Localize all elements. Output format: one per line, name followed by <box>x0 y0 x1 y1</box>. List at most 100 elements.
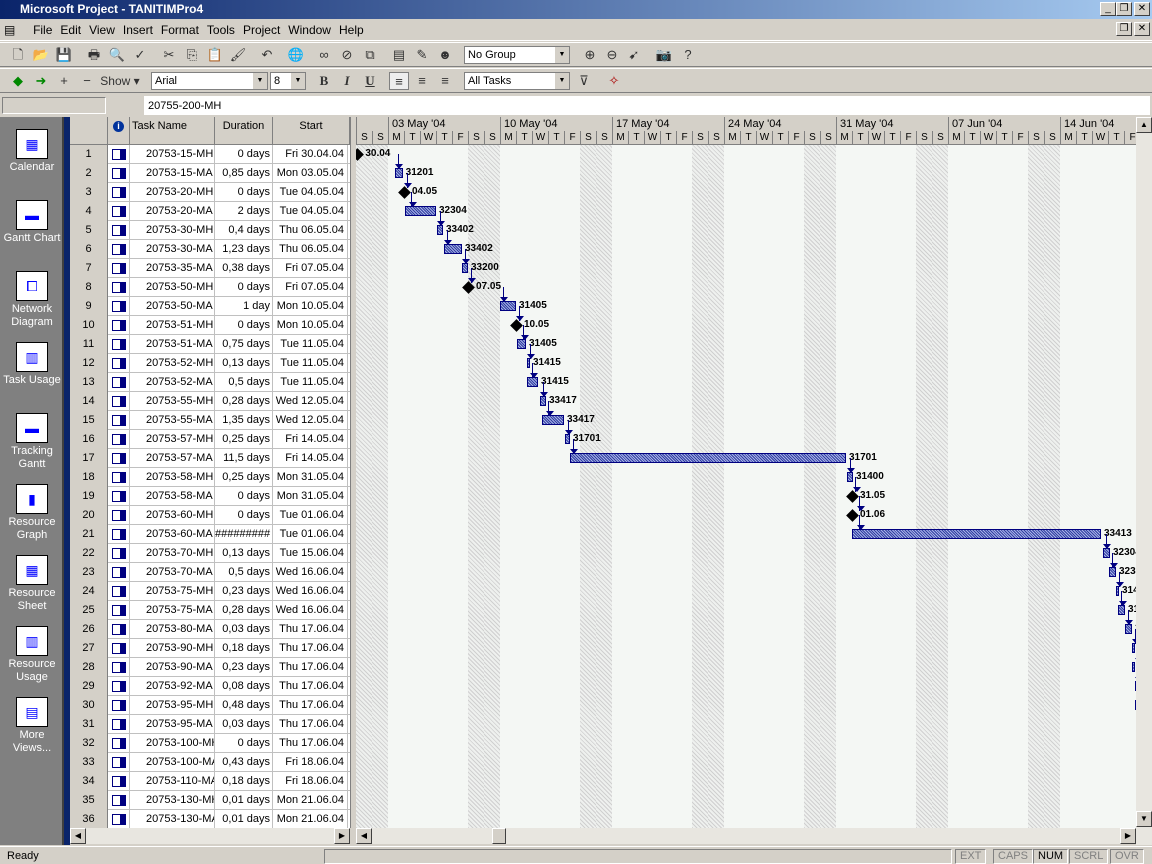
duration-cell[interactable]: 0,03 days <box>215 715 273 734</box>
duration-cell[interactable]: 0,38 days <box>215 259 273 278</box>
row-number[interactable]: 17 <box>70 449 108 468</box>
task-bar[interactable] <box>1125 624 1132 634</box>
row-number[interactable]: 14 <box>70 392 108 411</box>
row-number[interactable]: 27 <box>70 639 108 658</box>
hyperlink-globe-icon[interactable]: 🌐 <box>286 46 306 64</box>
task-name-cell[interactable]: 20753-30-MA <box>130 240 215 259</box>
start-cell[interactable]: Wed 16.06.04 <box>273 601 348 620</box>
start-cell[interactable]: Fri 14.05.04 <box>273 430 348 449</box>
duration-cell[interactable]: 0 days <box>215 487 273 506</box>
task-bar[interactable] <box>405 206 436 216</box>
duration-cell[interactable]: 0,18 days <box>215 772 273 791</box>
scroll-up-icon[interactable]: ▲ <box>1136 117 1152 133</box>
scroll-thumb[interactable] <box>492 828 506 844</box>
zoom-out-icon[interactable]: ⊖ <box>602 46 622 64</box>
task-name-cell[interactable]: 20753-130-MA <box>130 810 215 828</box>
scroll-left-icon[interactable]: ◀ <box>70 828 86 844</box>
duration-cell[interactable]: 0 days <box>215 506 273 525</box>
view-network-diagram[interactable]: ⧠ Network Diagram <box>0 271 64 329</box>
duration-cell[interactable]: 0,28 days <box>215 392 273 411</box>
zoom-in-icon[interactable]: ⊕ <box>580 46 600 64</box>
task-name-cell[interactable]: 20753-30-MH <box>130 221 215 240</box>
group-select[interactable]: No Group ▼ <box>464 46 570 64</box>
duration-cell[interactable]: 1,23 days <box>215 240 273 259</box>
copy-picture-icon[interactable]: 📷 <box>654 46 674 64</box>
task-name-cell[interactable]: 20753-52-MA <box>130 373 215 392</box>
align-left-icon[interactable]: ≡ <box>389 72 409 90</box>
duration-cell[interactable]: 0,5 days <box>215 373 273 392</box>
autofilter-icon[interactable]: ⊽ <box>574 72 594 90</box>
row-number[interactable]: 10 <box>70 316 108 335</box>
row-number[interactable]: 30 <box>70 696 108 715</box>
duration-cell[interactable]: 0,85 days <box>215 164 273 183</box>
table-horizontal-scrollbar[interactable]: ◀ ▶ <box>70 828 350 844</box>
duration-cell[interactable]: 0,25 days <box>215 468 273 487</box>
task-name-cell[interactable]: 20753-52-MH <box>130 354 215 373</box>
row-number[interactable]: 21 <box>70 525 108 544</box>
table-row[interactable]: 31 20753-95-MA 0,03 days Thu 17.06.04 <box>70 715 350 734</box>
task-bar[interactable] <box>852 529 1101 539</box>
row-number[interactable]: 32 <box>70 734 108 753</box>
row-number[interactable]: 36 <box>70 810 108 828</box>
assign-resources-icon[interactable]: ☻ <box>435 46 455 64</box>
task-name-cell[interactable]: 20753-20-MA <box>130 202 215 221</box>
task-information-icon[interactable]: ▤ <box>389 46 409 64</box>
entry-field[interactable]: 20755-200-MH <box>144 96 1150 115</box>
row-number[interactable]: 12 <box>70 354 108 373</box>
start-cell[interactable]: Wed 12.05.04 <box>273 392 348 411</box>
duration-cell[interactable]: 0,01 days <box>215 791 273 810</box>
task-name-cell[interactable]: 20753-57-MA <box>130 449 215 468</box>
font-size-select[interactable]: 8 ▼ <box>270 72 306 90</box>
duration-cell[interactable]: 0,13 days <box>215 544 273 563</box>
task-bar[interactable] <box>570 453 846 463</box>
duration-cell[interactable]: 0,5 days <box>215 563 273 582</box>
duration-cell[interactable]: 0,03 days <box>215 620 273 639</box>
arrow-right-icon[interactable]: ➜ <box>31 72 51 90</box>
duration-cell[interactable]: 0 days <box>215 278 273 297</box>
start-cell[interactable]: Thu 17.06.04 <box>273 620 348 639</box>
table-row[interactable]: 2 20753-15-MA 0,85 days Mon 03.05.04 <box>70 164 350 183</box>
table-row[interactable]: 10 20753-51-MH 0 days Mon 10.05.04 <box>70 316 350 335</box>
close-button[interactable]: ✕ <box>1134 2 1150 16</box>
duration-cell[interactable]: 0,75 days <box>215 335 273 354</box>
doc-restore-button[interactable]: ❐ <box>1116 22 1132 36</box>
table-row[interactable]: 5 20753-30-MH 0,4 days Thu 06.05.04 <box>70 221 350 240</box>
start-cell[interactable]: Thu 06.05.04 <box>273 240 348 259</box>
duration-cell[interactable]: 0,13 days <box>215 354 273 373</box>
table-row[interactable]: 4 20753-20-MA 2 days Tue 04.05.04 <box>70 202 350 221</box>
duration-cell[interactable]: 0 days <box>215 734 273 753</box>
table-row[interactable]: 7 20753-35-MA 0,38 days Fri 07.05.04 <box>70 259 350 278</box>
row-number[interactable]: 6 <box>70 240 108 259</box>
view-gantt-chart[interactable]: ▬ Gantt Chart <box>0 200 64 245</box>
duration-cell[interactable]: 0,18 days <box>215 639 273 658</box>
document-icon[interactable]: ▤ <box>0 20 26 40</box>
duration-cell[interactable]: 0,01 days <box>215 810 273 828</box>
start-cell[interactable]: Mon 31.05.04 <box>273 468 348 487</box>
row-number[interactable]: 4 <box>70 202 108 221</box>
table-row[interactable]: 25 20753-75-MA 0,28 days Wed 16.06.04 <box>70 601 350 620</box>
scroll-right-icon[interactable]: ▶ <box>334 828 350 844</box>
row-number[interactable]: 34 <box>70 772 108 791</box>
row-number[interactable]: 25 <box>70 601 108 620</box>
row-number[interactable]: 28 <box>70 658 108 677</box>
table-row[interactable]: 16 20753-57-MH 0,25 days Fri 14.05.04 <box>70 430 350 449</box>
show-subtasks-icon[interactable]: + <box>54 72 74 90</box>
row-number[interactable]: 3 <box>70 183 108 202</box>
duration-cell[interactable]: 1,35 days <box>215 411 273 430</box>
open-icon[interactable]: 📂 <box>31 46 51 64</box>
table-row[interactable]: 32 20753-100-MH 0 days Thu 17.06.04 <box>70 734 350 753</box>
align-center-icon[interactable]: ≡ <box>412 72 432 90</box>
task-name-cell[interactable]: 20753-110-MA <box>130 772 215 791</box>
table-row[interactable]: 30 20753-95-MH 0,48 days Thu 17.06.04 <box>70 696 350 715</box>
arrow-left-icon[interactable]: ◆ <box>8 72 28 90</box>
start-cell[interactable]: Fri 07.05.04 <box>273 259 348 278</box>
task-name-cell[interactable]: 20753-35-MA <box>130 259 215 278</box>
start-cell[interactable]: Mon 10.05.04 <box>273 316 348 335</box>
vertical-scrollbar[interactable]: ▲ ▼ <box>1136 117 1152 845</box>
task-name-cell[interactable]: 20753-90-MH <box>130 639 215 658</box>
print-preview-icon[interactable]: 🔍 <box>107 46 127 64</box>
start-cell[interactable]: Tue 15.06.04 <box>273 544 348 563</box>
task-name-cell[interactable]: 20753-100-MH <box>130 734 215 753</box>
start-cell[interactable]: Mon 21.06.04 <box>273 791 348 810</box>
format-painter-icon[interactable]: 🖌 <box>228 46 248 64</box>
